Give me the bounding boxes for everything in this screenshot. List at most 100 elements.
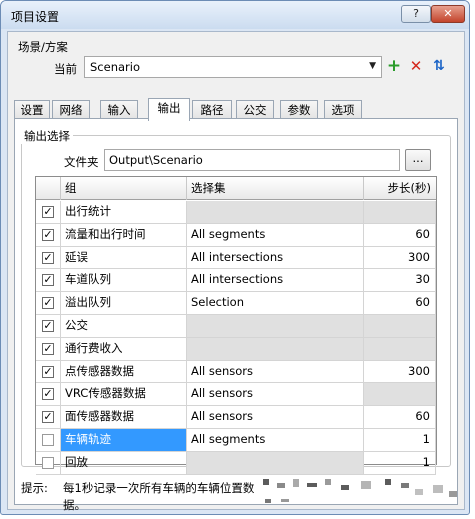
row-group-name[interactable]: 出行统计 <box>61 201 187 224</box>
tab-transit[interactable]: 公交 <box>236 100 274 120</box>
header-group[interactable]: 组 <box>61 177 187 200</box>
row-step-seconds[interactable]: 1 <box>364 451 436 475</box>
help-button[interactable]: ? <box>401 5 431 23</box>
tab-input[interactable]: 输入 <box>100 100 138 120</box>
row-checkbox[interactable]: ✓ <box>42 206 54 218</box>
folder-path-field[interactable]: Output\Scenario <box>104 149 400 171</box>
row-selection-set[interactable]: All sensors <box>187 383 364 407</box>
row-selection-set[interactable]: All intersections <box>187 269 364 293</box>
row-checkbox[interactable]: ✓ <box>42 342 54 355</box>
table-row[interactable]: ✓ 面传感器数据 All sensors 60 <box>36 406 436 429</box>
current-scenario-dropdown[interactable]: Scenario ▼ <box>84 56 382 78</box>
row-checkbox-cell <box>36 451 61 475</box>
table-row[interactable]: 回放 1 <box>36 451 436 475</box>
close-button[interactable]: ✕ <box>431 5 465 23</box>
delete-scenario-button[interactable]: ✕ <box>406 56 426 78</box>
row-group-name[interactable]: VRC传感器数据 <box>61 383 187 407</box>
table-row[interactable]: ✓ 点传感器数据 All sensors 300 <box>36 360 436 384</box>
table-row[interactable]: 车辆轨迹 All segments 1 <box>36 429 436 452</box>
row-group-name[interactable]: 车辆轨迹 <box>61 429 187 452</box>
row-checkbox[interactable]: ✓ <box>42 297 54 310</box>
row-group-name[interactable]: 车道队列 <box>61 269 187 293</box>
current-scenario-label: 当前 <box>54 62 77 76</box>
row-checkbox[interactable] <box>42 456 54 469</box>
row-checkbox[interactable]: ✓ <box>42 274 54 287</box>
row-checkbox-cell <box>36 429 61 452</box>
header-checkbox-column <box>36 177 61 200</box>
row-step-seconds[interactable]: 300 <box>364 360 436 384</box>
row-group-name[interactable]: 延误 <box>61 246 187 270</box>
row-step-seconds[interactable]: 60 <box>364 406 436 429</box>
output-selection-table: 组 选择集 步长(秒) ✓ 出行统计 ✓ 流量和出行时间 All segments 60 ✓… <box>35 176 437 475</box>
window-title: 项目设置 <box>11 10 60 24</box>
folder-label: 文件夹 <box>64 155 99 169</box>
row-checkbox[interactable]: ✓ <box>42 251 54 264</box>
hint-text: 每1秒记录一次所有车辆的车辆位置数据。 <box>63 481 255 512</box>
row-step-seconds[interactable]: 300 <box>364 246 436 270</box>
row-step-seconds[interactable] <box>364 337 436 361</box>
title-bar: 项目设置 ? ✕ <box>1 1 469 29</box>
browse-folder-button[interactable]: ... <box>405 149 431 171</box>
row-step-seconds[interactable]: 1 <box>364 429 436 452</box>
hint-label: 提示: <box>21 481 48 495</box>
row-checkbox-cell: ✓ <box>36 337 61 361</box>
row-step-seconds[interactable] <box>364 201 436 224</box>
row-group-name[interactable]: 公交 <box>61 315 187 338</box>
row-group-name[interactable]: 溢出队列 <box>61 292 187 315</box>
table-row[interactable]: ✓ 通行费收入 <box>36 337 436 361</box>
row-checkbox[interactable]: ✓ <box>42 228 54 241</box>
row-checkbox[interactable]: ✓ <box>42 388 54 401</box>
row-selection-set[interactable] <box>187 451 364 475</box>
swap-scenario-button[interactable]: ⇅ <box>428 56 448 78</box>
tab-output[interactable]: 输出 <box>148 98 190 121</box>
row-selection-set[interactable]: All segments <box>187 429 364 452</box>
table-row[interactable]: ✓ 公交 <box>36 315 436 338</box>
row-selection-set[interactable] <box>187 201 364 224</box>
scenario-section-label: 场景/方案 <box>18 40 68 54</box>
row-selection-set[interactable] <box>187 337 364 361</box>
tab-settings[interactable]: 设置 <box>14 100 50 120</box>
chevron-down-icon: ▼ <box>369 61 376 71</box>
row-selection-set[interactable] <box>187 315 364 338</box>
row-checkbox-cell: ✓ <box>36 315 61 338</box>
row-checkbox[interactable]: ✓ <box>42 365 54 378</box>
table-row[interactable]: ✓ 延误 All intersections 300 <box>36 246 436 270</box>
row-checkbox-cell: ✓ <box>36 246 61 270</box>
row-checkbox[interactable]: ✓ <box>42 411 54 424</box>
table-row[interactable]: ✓ 出行统计 <box>36 201 436 224</box>
header-selection-set[interactable]: 选择集 <box>187 177 364 200</box>
row-step-seconds[interactable]: 60 <box>364 292 436 315</box>
row-group-name[interactable]: 通行费收入 <box>61 337 187 361</box>
tab-path[interactable]: 路径 <box>192 100 232 120</box>
row-selection-set[interactable]: All sensors <box>187 360 364 384</box>
header-step-seconds[interactable]: 步长(秒) <box>364 177 436 200</box>
tab-parameters[interactable]: 参数 <box>280 100 318 120</box>
row-selection-set[interactable]: All segments <box>187 223 364 247</box>
table-row[interactable]: ✓ 车道队列 All intersections 30 <box>36 269 436 293</box>
row-checkbox[interactable] <box>42 434 54 446</box>
add-scenario-button[interactable]: + <box>384 56 404 78</box>
folder-path-value: Output\Scenario <box>109 153 203 167</box>
row-group-name[interactable]: 流量和出行时间 <box>61 223 187 247</box>
tab-options[interactable]: 选项 <box>324 100 362 120</box>
row-selection-set[interactable]: Selection <box>187 292 364 315</box>
row-step-seconds[interactable]: 60 <box>364 223 436 247</box>
row-checkbox-cell: ✓ <box>36 269 61 293</box>
row-step-seconds[interactable]: 30 <box>364 269 436 293</box>
tab-network[interactable]: 网络 <box>52 100 90 120</box>
row-checkbox-cell: ✓ <box>36 223 61 247</box>
row-step-seconds[interactable] <box>364 383 436 407</box>
row-checkbox[interactable]: ✓ <box>42 320 54 332</box>
table-header: 组 选择集 步长(秒) <box>36 177 436 200</box>
row-checkbox-cell: ✓ <box>36 201 61 224</box>
row-group-name[interactable]: 面传感器数据 <box>61 406 187 429</box>
table-row[interactable]: ✓ VRC传感器数据 All sensors <box>36 383 436 407</box>
row-checkbox-cell: ✓ <box>36 360 61 384</box>
table-row[interactable]: ✓ 溢出队列 Selection 60 <box>36 292 436 315</box>
row-step-seconds[interactable] <box>364 315 436 338</box>
row-group-name[interactable]: 点传感器数据 <box>61 360 187 384</box>
row-group-name[interactable]: 回放 <box>61 451 187 475</box>
row-selection-set[interactable]: All intersections <box>187 246 364 270</box>
table-row[interactable]: ✓ 流量和出行时间 All segments 60 <box>36 223 436 247</box>
row-selection-set[interactable]: All sensors <box>187 406 364 429</box>
